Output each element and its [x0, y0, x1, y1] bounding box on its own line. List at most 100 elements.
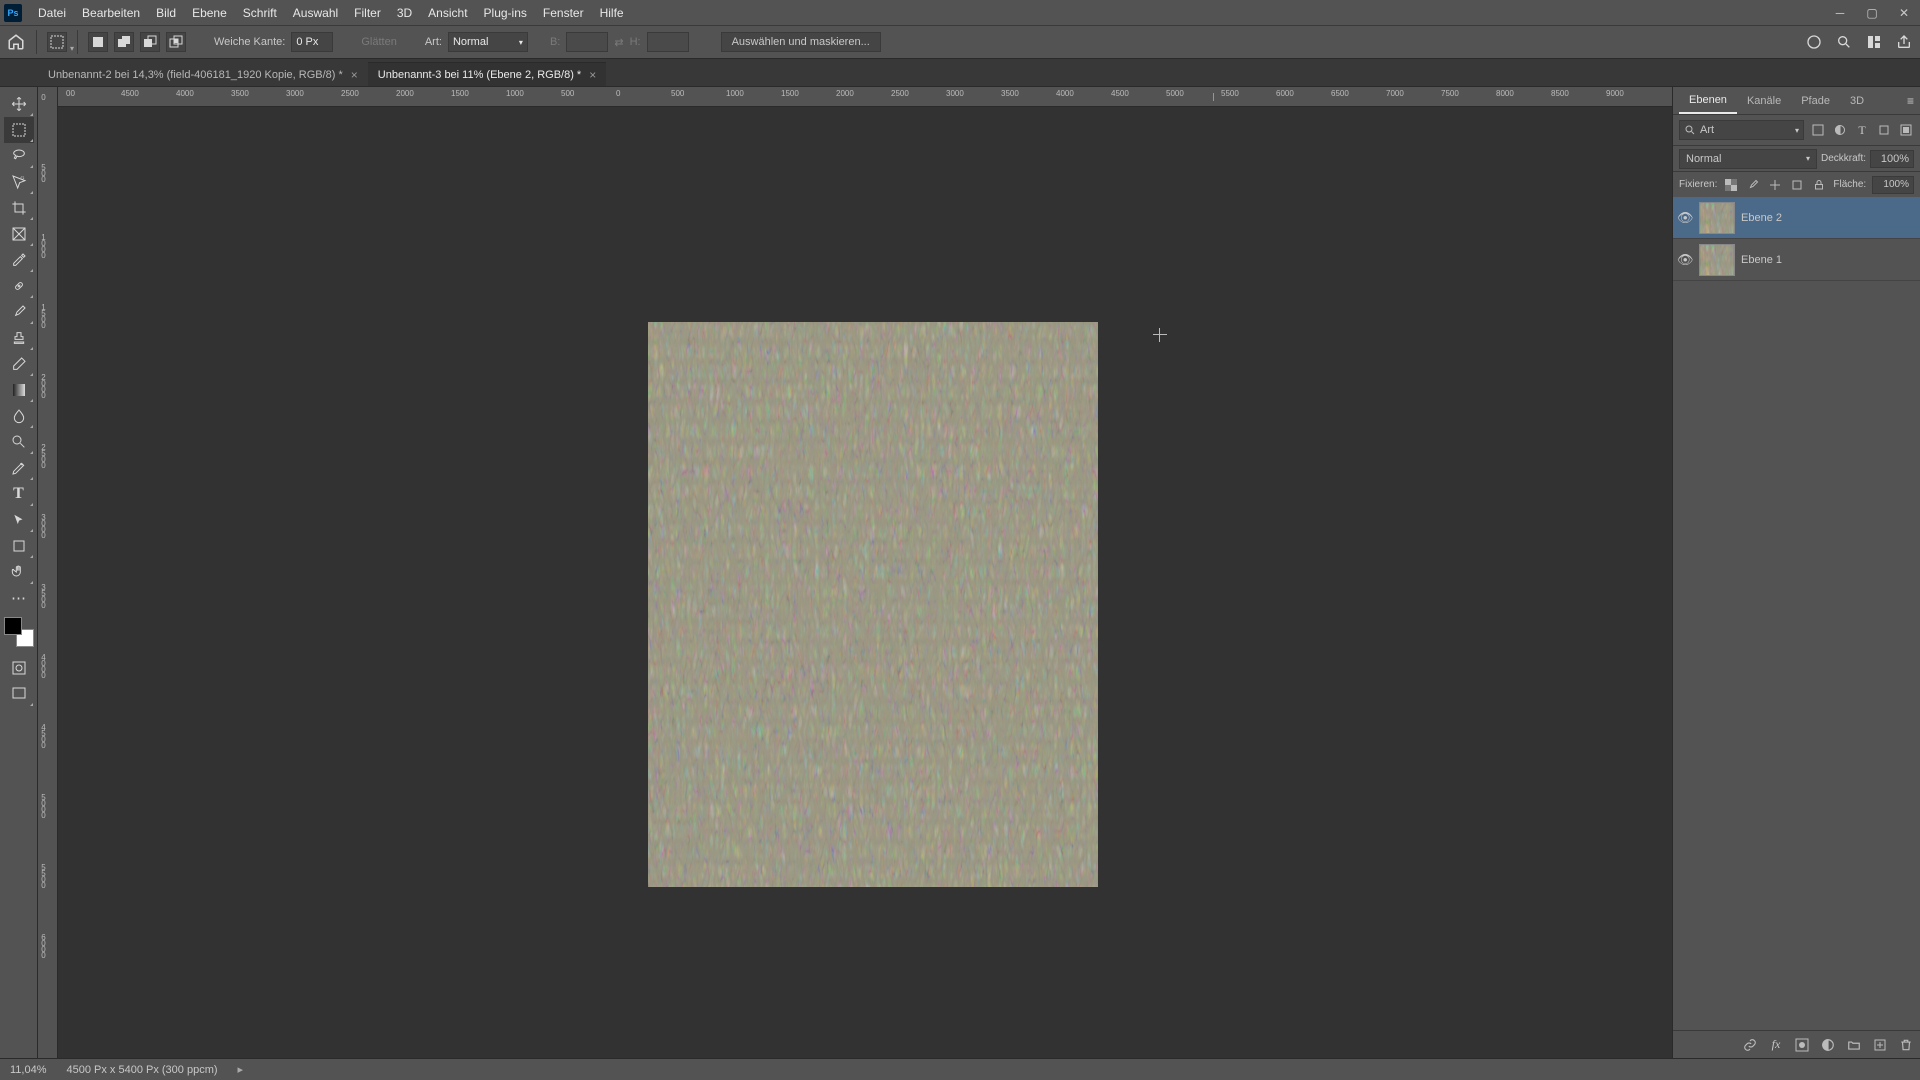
- minimize-button[interactable]: ─: [1824, 0, 1856, 25]
- subtract-selection-icon[interactable]: [140, 32, 160, 52]
- new-layer-icon[interactable]: [1872, 1037, 1888, 1053]
- pen-tool[interactable]: [4, 455, 34, 481]
- zoom-level[interactable]: 11,04%: [10, 1064, 47, 1076]
- layer-row[interactable]: 👁 Ebene 2: [1673, 197, 1920, 239]
- layer-name[interactable]: Ebene 1: [1741, 254, 1782, 266]
- search-icon[interactable]: [1834, 32, 1854, 52]
- blend-mode-select[interactable]: Normal▾: [1679, 149, 1817, 169]
- marquee-tool-icon[interactable]: ▾: [47, 32, 67, 52]
- vertical-ruler[interactable]: 0500100015002000250030003500400045005000…: [38, 87, 58, 1058]
- opacity-label: Deckkraft:: [1821, 153, 1866, 164]
- menu-fenster[interactable]: Fenster: [535, 0, 592, 25]
- filter-type-icon[interactable]: T: [1854, 122, 1870, 138]
- menu-ebene[interactable]: Ebene: [184, 0, 235, 25]
- document-tab[interactable]: Unbenannt-3 bei 11% (Ebene 2, RGB/8) *×: [368, 62, 606, 86]
- marquee-tool[interactable]: [4, 117, 34, 143]
- eraser-tool[interactable]: [4, 351, 34, 377]
- layer-mask-icon[interactable]: [1794, 1037, 1810, 1053]
- shape-tool[interactable]: [4, 533, 34, 559]
- color-swatches[interactable]: [4, 617, 34, 647]
- panel-tab-pfade[interactable]: Pfade: [1791, 87, 1840, 114]
- fill-input[interactable]: 100%: [1872, 176, 1914, 194]
- menu-3d[interactable]: 3D: [389, 0, 420, 25]
- tab-close-icon[interactable]: ×: [589, 68, 596, 82]
- blur-tool[interactable]: [4, 403, 34, 429]
- share-icon[interactable]: [1894, 32, 1914, 52]
- filter-pixel-icon[interactable]: [1810, 122, 1826, 138]
- lock-transparent-icon[interactable]: [1723, 177, 1739, 193]
- lasso-tool[interactable]: [4, 143, 34, 169]
- maximize-button[interactable]: ▢: [1856, 0, 1888, 25]
- filter-shape-icon[interactable]: [1876, 122, 1892, 138]
- layers-panel: EbenenKanälePfade3D ≡ Art ▾ T Normal▾ Dec…: [1672, 87, 1920, 1058]
- new-selection-icon[interactable]: [88, 32, 108, 52]
- visibility-toggle[interactable]: 👁: [1677, 252, 1693, 268]
- lock-all-icon[interactable]: [1811, 177, 1827, 193]
- lock-image-icon[interactable]: [1745, 177, 1761, 193]
- crop-tool[interactable]: [4, 195, 34, 221]
- lock-label: Fixieren:: [1679, 179, 1717, 190]
- menu-datei[interactable]: Datei: [30, 0, 74, 25]
- menu-auswahl[interactable]: Auswahl: [285, 0, 346, 25]
- layer-search[interactable]: Art ▾: [1679, 120, 1804, 140]
- filter-smart-icon[interactable]: [1898, 122, 1914, 138]
- menu-bearbeiten[interactable]: Bearbeiten: [74, 0, 148, 25]
- swap-wh-icon: ⇄: [614, 36, 623, 49]
- status-chevron-icon[interactable]: ▸: [238, 1063, 244, 1076]
- stamp-tool[interactable]: [4, 325, 34, 351]
- tab-close-icon[interactable]: ×: [351, 68, 358, 82]
- panel-tab-kanäle[interactable]: Kanäle: [1737, 87, 1791, 114]
- frame-tool[interactable]: [4, 221, 34, 247]
- cloud-docs-icon[interactable]: [1804, 32, 1824, 52]
- brush-tool[interactable]: [4, 299, 34, 325]
- gradient-tool[interactable]: [4, 377, 34, 403]
- link-layers-icon[interactable]: [1742, 1037, 1758, 1053]
- healing-tool[interactable]: [4, 273, 34, 299]
- type-tool[interactable]: T: [4, 481, 34, 507]
- panel-menu-icon[interactable]: ≡: [1907, 94, 1914, 108]
- menu-ansicht[interactable]: Ansicht: [420, 0, 475, 25]
- close-button[interactable]: ✕: [1888, 0, 1920, 25]
- layer-row[interactable]: 👁 Ebene 1: [1673, 239, 1920, 281]
- screenmode-toggle[interactable]: [4, 681, 34, 707]
- menu-plug-ins[interactable]: Plug-ins: [476, 0, 535, 25]
- lock-artboard-icon[interactable]: [1789, 177, 1805, 193]
- lock-position-icon[interactable]: [1767, 177, 1783, 193]
- doc-info[interactable]: 4500 Px x 5400 Px (300 ppcm): [67, 1064, 218, 1076]
- panel-tab-3d[interactable]: 3D: [1840, 87, 1874, 114]
- menu-filter[interactable]: Filter: [346, 0, 389, 25]
- eyedropper-tool[interactable]: [4, 247, 34, 273]
- document-tab[interactable]: Unbenannt-2 bei 14,3% (field-406181_1920…: [38, 62, 368, 86]
- workspace-icon[interactable]: [1864, 32, 1884, 52]
- home-icon[interactable]: [6, 32, 26, 52]
- panel-tab-ebenen[interactable]: Ebenen: [1679, 87, 1737, 114]
- intersect-selection-icon[interactable]: [166, 32, 186, 52]
- layer-thumbnail: [1699, 244, 1735, 276]
- delete-layer-icon[interactable]: [1898, 1037, 1914, 1053]
- path-select-tool[interactable]: [4, 507, 34, 533]
- feather-input[interactable]: [291, 32, 333, 52]
- style-select[interactable]: Normal▾: [448, 32, 528, 52]
- dodge-tool[interactable]: [4, 429, 34, 455]
- menu-schrift[interactable]: Schrift: [235, 0, 285, 25]
- more-tools[interactable]: ⋯: [4, 585, 34, 611]
- canvas[interactable]: [58, 107, 1672, 1058]
- opacity-input[interactable]: 100%: [1870, 150, 1914, 168]
- quick-select-tool[interactable]: [4, 169, 34, 195]
- move-tool[interactable]: [4, 91, 34, 117]
- width-input: [566, 32, 608, 52]
- layer-name[interactable]: Ebene 2: [1741, 212, 1782, 224]
- layer-style-icon[interactable]: fx: [1768, 1037, 1784, 1053]
- add-selection-icon[interactable]: [114, 32, 134, 52]
- filter-adjust-icon[interactable]: [1832, 122, 1848, 138]
- quickmask-toggle[interactable]: [4, 655, 34, 681]
- visibility-toggle[interactable]: 👁: [1677, 210, 1693, 226]
- foreground-swatch[interactable]: [4, 617, 22, 635]
- hand-tool[interactable]: [4, 559, 34, 585]
- group-icon[interactable]: [1846, 1037, 1862, 1053]
- horizontal-ruler[interactable]: 0045004000350030002500200015001000500050…: [58, 87, 1672, 107]
- menu-hilfe[interactable]: Hilfe: [592, 0, 632, 25]
- adjustment-layer-icon[interactable]: [1820, 1037, 1836, 1053]
- menu-bild[interactable]: Bild: [148, 0, 184, 25]
- select-and-mask-button[interactable]: Auswählen und maskieren...: [721, 32, 881, 52]
